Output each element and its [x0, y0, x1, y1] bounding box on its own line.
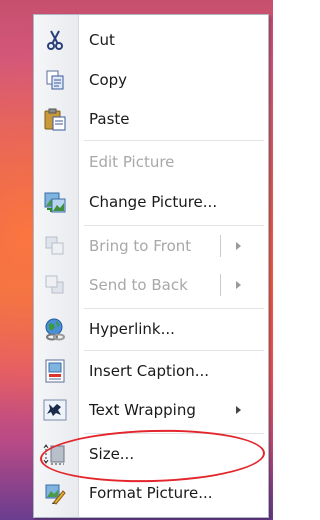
menu-item-hyperlink[interactable]: Hyperlink... [34, 312, 268, 346]
menu-item-label: Edit Picture [89, 153, 175, 171]
menu-item-text-wrapping[interactable]: Text Wrapping [34, 393, 268, 427]
menu-item-label: Cut [89, 31, 115, 49]
scissors-icon [40, 25, 70, 55]
menu-item-label: Text Wrapping [89, 401, 196, 419]
menu-item-change-picture[interactable]: Change Picture... [34, 185, 268, 219]
menu-item-label: Send to Back [89, 276, 188, 294]
insert-caption-icon [40, 356, 70, 386]
submenu-arrow-icon[interactable] [236, 406, 241, 414]
menu-item-label: Paste [89, 110, 130, 128]
menu-item-label: Copy [89, 71, 128, 89]
menu-separator [84, 225, 264, 226]
bring-to-front-icon [40, 231, 70, 261]
menu-item-label: Format Picture... [89, 484, 213, 502]
menu-item-paste[interactable]: Paste [34, 102, 268, 136]
menu-item-label: Hyperlink... [89, 320, 175, 338]
paste-icon [40, 104, 70, 134]
menu-item-copy[interactable]: Copy [34, 63, 268, 97]
text-wrapping-icon [40, 395, 70, 425]
menu-item-label: Change Picture... [89, 193, 218, 211]
hyperlink-globe-icon [40, 314, 70, 344]
menu-item-send-to-back[interactable]: Send to Back [34, 268, 268, 302]
submenu-arrow-icon[interactable] [236, 281, 241, 289]
format-picture-icon [40, 478, 70, 508]
menu-separator [84, 140, 264, 141]
menu-item-bring-to-front[interactable]: Bring to Front [34, 229, 268, 263]
menu-separator [84, 308, 264, 309]
change-picture-icon [40, 187, 70, 217]
split-divider [220, 235, 221, 257]
menu-item-insert-caption[interactable]: Insert Caption... [34, 354, 268, 388]
menu-item-cut[interactable]: Cut [34, 23, 268, 57]
menu-item-edit-picture[interactable]: Edit Picture [34, 145, 268, 179]
split-divider [220, 274, 221, 296]
menu-item-label: Insert Caption... [89, 362, 210, 380]
menu-separator [84, 350, 264, 351]
menu-item-label: Bring to Front [89, 237, 192, 255]
submenu-arrow-icon[interactable] [236, 242, 241, 250]
send-to-back-icon [40, 270, 70, 300]
copy-icon [40, 65, 70, 95]
